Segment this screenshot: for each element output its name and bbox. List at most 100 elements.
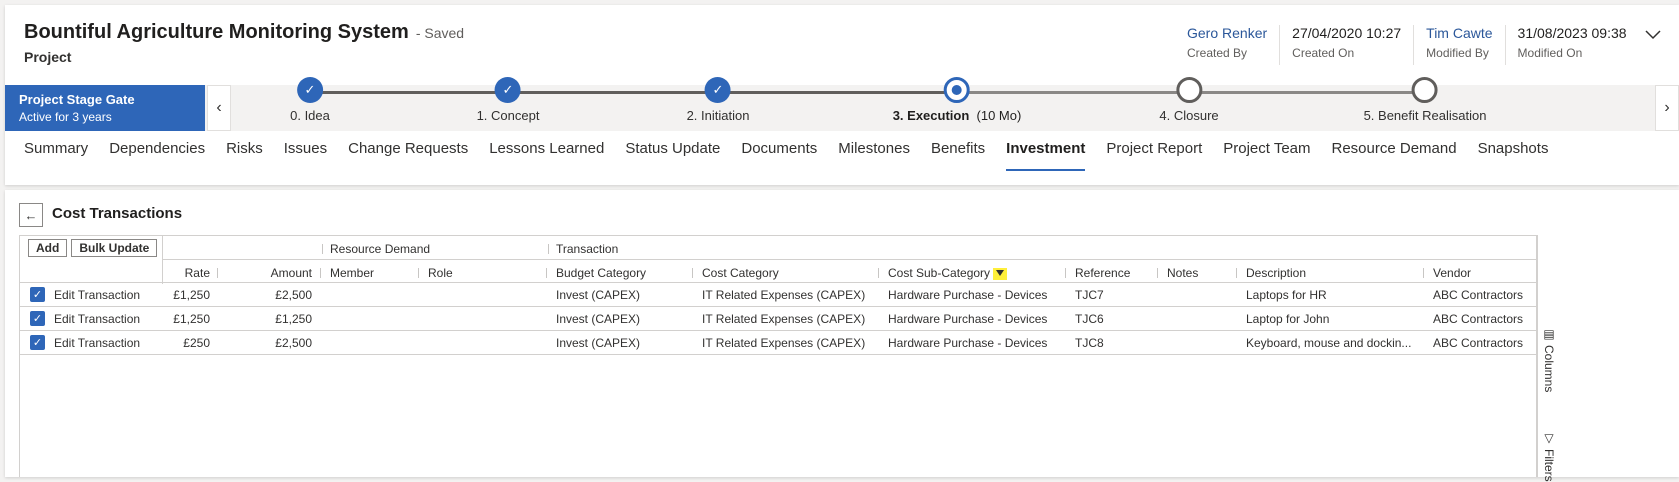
edit-transaction-link[interactable]: Edit Transaction xyxy=(54,336,140,350)
tab-lessons-learned[interactable]: Lessons Learned xyxy=(489,139,604,177)
tab-dependencies[interactable]: Dependencies xyxy=(109,139,205,177)
entity-type: Project xyxy=(24,49,72,65)
frozen-column-divider xyxy=(162,236,163,284)
rate-cell: £1,250 xyxy=(173,312,210,326)
filter-active-icon[interactable] xyxy=(993,267,1008,280)
column-header-cost-category[interactable]: Cost Category xyxy=(702,266,779,280)
check-icon: ✓ xyxy=(495,77,521,103)
row-checkbox[interactable]: ✓ xyxy=(30,287,45,302)
table-row[interactable]: ✓ Edit Transaction £250 £2,500 Invest (C… xyxy=(20,331,1536,354)
tab-benefits[interactable]: Benefits xyxy=(931,139,985,177)
check-icon: ✓ xyxy=(705,77,731,103)
created-on-value: 27/04/2020 10:27 xyxy=(1292,25,1402,41)
stage-gate-name: Project Stage Gate xyxy=(19,92,135,107)
column-resizer[interactable] xyxy=(1065,268,1066,278)
column-resizer[interactable] xyxy=(320,268,321,278)
stage-duration: (10 Mo) xyxy=(976,108,1022,123)
chevron-down-icon[interactable] xyxy=(1645,27,1661,45)
cost-sub-category-cell: Hardware Purchase - Devices xyxy=(888,312,1048,326)
tab-status-update[interactable]: Status Update xyxy=(625,139,720,177)
stage-execution[interactable]: 3. Execution (10 Mo) xyxy=(893,77,1022,123)
tab-documents[interactable]: Documents xyxy=(741,139,817,177)
stage-label: 2. Initiation xyxy=(686,108,750,123)
header-field-modified-on: 31/08/2023 09:38 Modified On xyxy=(1504,25,1639,65)
tab-investment[interactable]: Investment xyxy=(1006,139,1086,177)
stage-concept[interactable]: ✓ 1. Concept xyxy=(477,77,539,123)
row-divider xyxy=(20,354,1536,355)
cost-sub-category-cell: Hardware Purchase - Devices xyxy=(888,336,1048,350)
edit-transaction-link[interactable]: Edit Transaction xyxy=(54,288,140,302)
column-resizer[interactable] xyxy=(1157,268,1158,278)
column-resizer[interactable] xyxy=(1423,268,1424,278)
column-header-description[interactable]: Description xyxy=(1246,266,1306,280)
table-row[interactable]: ✓ Edit Transaction £1,250 £2,500 Invest … xyxy=(20,283,1536,306)
stage-closure[interactable]: 4. Closure xyxy=(1159,77,1219,123)
modified-by-value[interactable]: Tim Cawte xyxy=(1426,25,1492,41)
tab-project-team[interactable]: Project Team xyxy=(1223,139,1310,177)
column-resizer[interactable] xyxy=(878,268,879,278)
vendor-cell: ABC Contractors xyxy=(1433,336,1524,350)
tab-change-requests[interactable]: Change Requests xyxy=(348,139,468,177)
stage-idea[interactable]: ✓ 0. Idea xyxy=(290,77,330,123)
tab-summary[interactable]: Summary xyxy=(24,139,88,177)
tab-resource-demand[interactable]: Resource Demand xyxy=(1332,139,1457,177)
stage-benefit-realisation[interactable]: 5. Benefit Realisation xyxy=(1364,77,1486,123)
columns-label: Columns xyxy=(1542,345,1556,393)
row-checkbox[interactable]: ✓ xyxy=(30,335,45,350)
tab-snapshots[interactable]: Snapshots xyxy=(1478,139,1549,177)
form-tabs: Summary Dependencies Risks Issues Change… xyxy=(24,139,1569,177)
record-title: Bountiful Agriculture Monitoring System xyxy=(24,21,409,43)
saved-status: - Saved xyxy=(415,25,465,41)
header-field-modified-by[interactable]: Tim Cawte Modified By xyxy=(1413,25,1504,65)
stage-previous-button[interactable]: ‹ xyxy=(207,85,231,131)
stage-next-button[interactable]: › xyxy=(1655,85,1679,131)
header-field-created-on: 27/04/2020 10:27 Created On xyxy=(1279,25,1413,65)
description-cell: Laptops for HR xyxy=(1246,288,1327,302)
column-header-member[interactable]: Member xyxy=(330,266,374,280)
modified-on-value: 31/08/2023 09:38 xyxy=(1517,25,1627,41)
header-field-created-by[interactable]: Gero Renker Created By xyxy=(1175,25,1279,65)
edit-transaction-link[interactable]: Edit Transaction xyxy=(54,312,140,326)
chevron-right-icon: › xyxy=(1664,99,1670,116)
bulk-update-button[interactable]: Bulk Update xyxy=(71,239,158,257)
vendor-cell: ABC Contractors xyxy=(1433,312,1524,326)
created-by-value[interactable]: Gero Renker xyxy=(1187,25,1267,41)
cost-category-cell: IT Related Expenses (CAPEX) xyxy=(702,288,866,302)
column-header-cost-sub-category[interactable]: Cost Sub-Category xyxy=(888,266,1008,280)
column-header-role[interactable]: Role xyxy=(428,266,453,280)
back-button[interactable]: ← xyxy=(19,203,43,227)
column-resizer[interactable] xyxy=(418,268,419,278)
column-header-rate[interactable]: Rate xyxy=(170,266,210,280)
record-header: Bountiful Agriculture Monitoring System … xyxy=(5,5,1679,185)
add-button[interactable]: Add xyxy=(28,239,68,257)
column-resizer[interactable] xyxy=(1236,268,1237,278)
column-resizer[interactable] xyxy=(546,268,547,278)
column-header-vendor[interactable]: Vendor xyxy=(1433,266,1471,280)
row-checkbox[interactable]: ✓ xyxy=(30,311,45,326)
budget-category-cell: Invest (CAPEX) xyxy=(556,312,641,326)
column-header-amount[interactable]: Amount xyxy=(250,266,312,280)
column-resizer[interactable] xyxy=(217,268,218,278)
budget-category-cell: Invest (CAPEX) xyxy=(556,336,641,350)
tab-milestones[interactable]: Milestones xyxy=(838,139,910,177)
tab-risks[interactable]: Risks xyxy=(226,139,263,177)
column-header-budget-category[interactable]: Budget Category xyxy=(556,266,646,280)
filters-panel-button[interactable]: ▽Filters xyxy=(1542,431,1556,482)
column-resizer[interactable] xyxy=(692,268,693,278)
amount-cell: £2,500 xyxy=(275,336,312,350)
table-row[interactable]: ✓ Edit Transaction £1,250 £1,250 Invest … xyxy=(20,307,1536,330)
created-by-label: Created By xyxy=(1187,46,1248,60)
amount-cell: £1,250 xyxy=(275,312,312,326)
columns-icon: ▤ xyxy=(1542,327,1556,341)
stage-name: 3. Execution xyxy=(892,108,970,123)
stage-initiation[interactable]: ✓ 2. Initiation xyxy=(686,77,750,123)
tab-project-report[interactable]: Project Report xyxy=(1106,139,1202,177)
columns-panel-button[interactable]: ▤ Columns xyxy=(1542,327,1556,392)
tab-issues[interactable]: Issues xyxy=(284,139,327,177)
active-stage-flyout[interactable]: Project Stage Gate Active for 3 years xyxy=(5,85,205,131)
column-header-reference[interactable]: Reference xyxy=(1075,266,1130,280)
stage-label: 3. Execution (10 Mo) xyxy=(893,108,1022,123)
pending-stage-icon xyxy=(1176,77,1202,103)
description-cell: Keyboard, mouse and dockin... xyxy=(1246,336,1412,350)
column-header-notes[interactable]: Notes xyxy=(1167,266,1198,280)
